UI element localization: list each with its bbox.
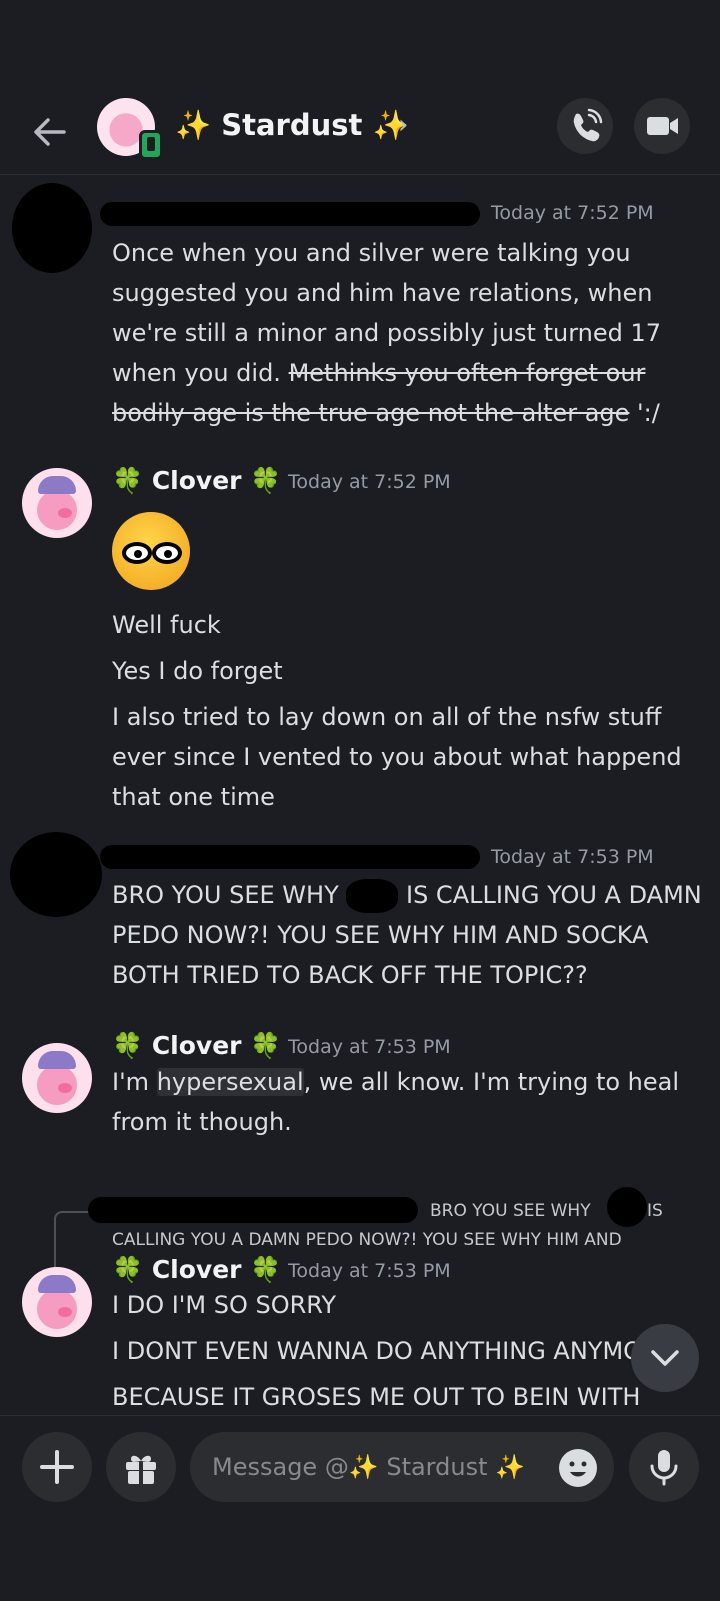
message-content: Once when you and silver were talking yo… [112, 233, 707, 433]
message-timestamp: Today at 7:52 PM [491, 202, 654, 224]
reply-preview[interactable]: CALLING YOU A DAMN PEDO NOW?! YOU SEE WH… [112, 1230, 622, 1250]
highlighted-word: hypersexual [156, 1068, 304, 1096]
redacted-username [100, 202, 480, 226]
reply-preview[interactable]: BRO YOU SEE WHY [430, 1201, 591, 1221]
redacted-avatar [10, 832, 102, 917]
author-name[interactable]: 🍀 Clover 🍀 [112, 1255, 281, 1285]
redacted-name [346, 879, 399, 913]
message-text: I'm [112, 1068, 157, 1096]
avatar[interactable] [22, 1267, 92, 1337]
author-name[interactable]: 🍀 Clover 🍀 [112, 1031, 281, 1061]
jump-to-present-button[interactable] [631, 1324, 699, 1392]
redacted-reply-author [88, 1197, 418, 1223]
message-timestamp: Today at 7:53 PM [491, 846, 654, 868]
message-timestamp: Today at 7:53 PM [288, 1260, 451, 1282]
redacted-avatar [12, 183, 92, 273]
message-line: I also tried to lay down on all of the n… [112, 703, 682, 811]
voice-call-button[interactable] [557, 98, 613, 154]
message-line: BECAUSE IT GROSES ME OUT TO BEIN WITH [112, 1383, 641, 1411]
nervous-emoji-icon [112, 512, 190, 590]
voice-message-button[interactable] [629, 1432, 699, 1502]
message-line: I DO I'M SO SORRY [112, 1291, 337, 1319]
message-line: Well fuck [112, 611, 221, 639]
phone-icon [573, 108, 603, 142]
mobile-status-icon [139, 130, 163, 160]
message-line: Yes I do forget [112, 657, 283, 685]
chevron-down-icon [651, 1350, 679, 1366]
message-content: BRO YOU SEE WHY IS CALLING YOU A DAMN PE… [112, 875, 707, 995]
plus-icon [40, 1450, 74, 1484]
video-camera-icon [647, 117, 678, 135]
emoji-face-icon [559, 1449, 597, 1487]
message-timestamp: Today at 7:52 PM [288, 471, 451, 493]
message-content: I'm hypersexual, we all know. I'm trying… [112, 1062, 707, 1142]
message-text: BRO YOU SEE WHY [112, 881, 347, 909]
gift-button[interactable] [106, 1432, 176, 1502]
message-list[interactable]: Today at 7:52 PM Once when you and silve… [0, 175, 720, 1415]
message-composer [0, 1415, 720, 1601]
header-avatar[interactable] [97, 98, 163, 160]
redacted-name [607, 1187, 647, 1227]
gift-icon [126, 1455, 156, 1484]
chevron-right-icon[interactable]: › [398, 110, 408, 140]
message-line: I DONT EVEN WANNA DO ANYTHING ANYMORE [112, 1337, 674, 1365]
channel-title[interactable]: ✨ Stardust ✨ [175, 108, 409, 143]
emoji-button[interactable] [558, 1448, 598, 1488]
message-timestamp: Today at 7:53 PM [288, 1036, 451, 1058]
redacted-username [100, 845, 480, 869]
avatar[interactable] [22, 1043, 92, 1113]
channel-header: ✨ Stardust ✨ › [0, 88, 720, 175]
arrow-left-icon [34, 118, 66, 146]
microphone-icon [650, 1450, 678, 1486]
message-input[interactable] [190, 1432, 614, 1502]
attach-button[interactable] [22, 1432, 92, 1502]
avatar[interactable] [22, 468, 92, 538]
video-call-button[interactable] [634, 98, 690, 154]
message-text: ':/ [629, 399, 660, 427]
reply-connector [54, 1211, 94, 1269]
reply-preview[interactable]: IS [647, 1201, 663, 1221]
back-button[interactable] [28, 110, 72, 154]
author-name[interactable]: 🍀 Clover 🍀 [112, 466, 281, 496]
